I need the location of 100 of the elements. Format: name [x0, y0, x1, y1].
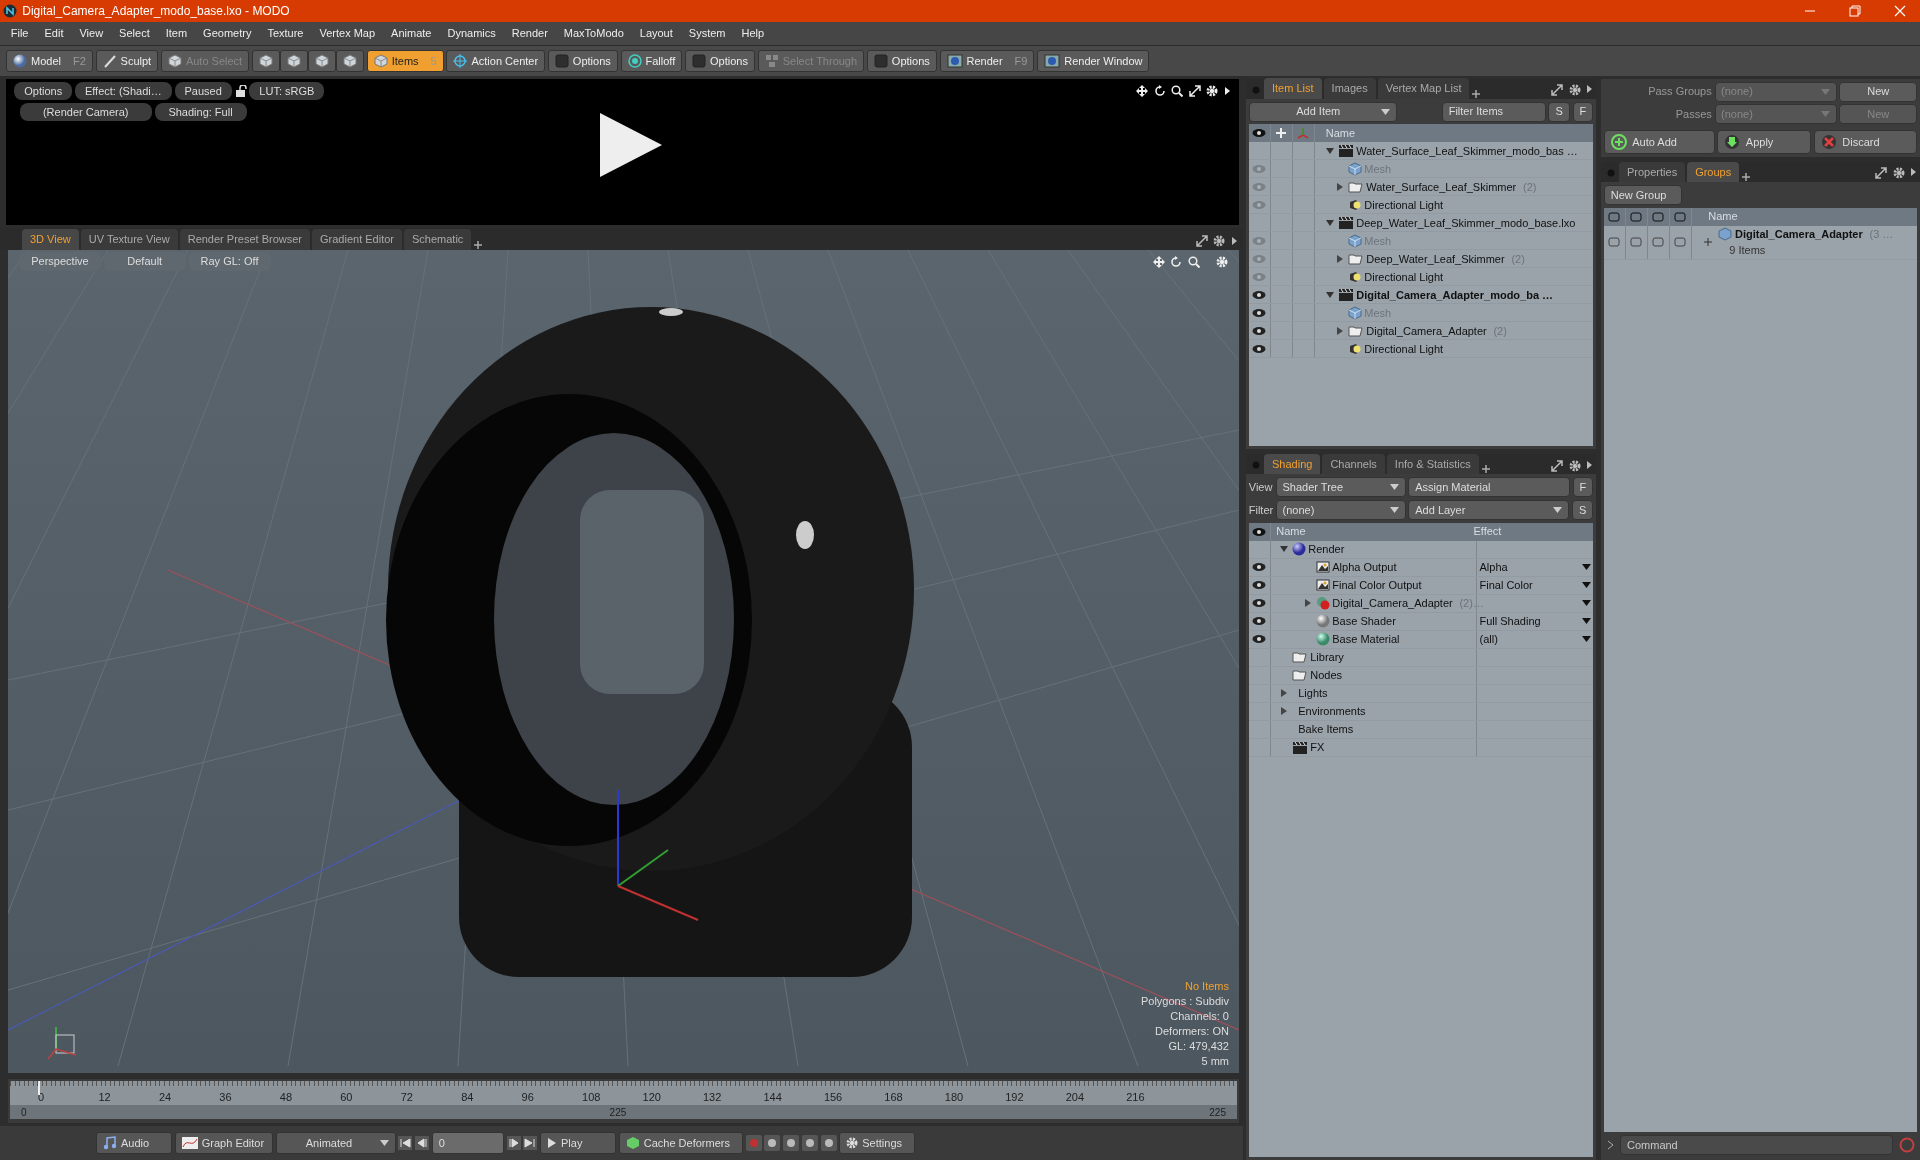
maximize-icon[interactable] [1551, 84, 1564, 96]
expand-arrow-icon[interactable] [1334, 253, 1345, 264]
menu-item[interactable]: Texture [259, 25, 312, 42]
viewport-option-button[interactable]: Default [103, 252, 186, 271]
dropdown[interactable]: Shader Tree [1275, 477, 1406, 497]
column-header[interactable]: Name [1270, 523, 1471, 540]
search-icon[interactable] [1171, 84, 1184, 97]
item-name[interactable]: Digital_Camera_Adapter_modo_ba … [1356, 286, 1554, 303]
settings-icon[interactable] [1213, 234, 1225, 247]
toolbar-button[interactable]: Options [866, 50, 937, 72]
menu-arrow-icon[interactable] [1230, 235, 1238, 246]
item-name[interactable]: Directional Light [1364, 196, 1444, 213]
step-back-icon[interactable] [415, 1136, 429, 1150]
menu-item[interactable]: View [71, 25, 112, 42]
new-group-button[interactable]: New Group [1603, 184, 1682, 205]
transport-button[interactable]: Play [540, 1132, 616, 1154]
pass-action-button[interactable]: Discard [1813, 129, 1918, 154]
panel-tab[interactable]: Vertex Map List [1377, 78, 1470, 99]
menu-arrow-icon[interactable] [1223, 85, 1231, 96]
layer-name[interactable]: Digital_Camera_Adapter [1332, 594, 1453, 612]
dropdown-arrow-icon[interactable] [1389, 506, 1399, 513]
restore-icon[interactable] [1849, 5, 1862, 17]
dropdown-arrow-icon[interactable] [1581, 600, 1591, 606]
item-name[interactable]: Water_Surface_Leaf_Skimmer_modo_bas … [1356, 142, 1578, 159]
record-icon[interactable] [764, 1135, 781, 1151]
panel-dot-icon[interactable] [1252, 461, 1260, 470]
menu-item[interactable]: Dynamics [439, 25, 504, 42]
menu-item[interactable]: Render [503, 25, 556, 42]
select-mode-button[interactable] [335, 50, 364, 72]
menu-item[interactable]: Vertex Map [311, 25, 384, 42]
panel-tab[interactable]: Item List [1264, 78, 1322, 99]
layer-name[interactable]: Base Material [1332, 630, 1400, 648]
item-name[interactable]: Directional Light [1364, 268, 1444, 285]
menu-item[interactable]: Item [157, 25, 196, 42]
expand-icon[interactable] [1702, 237, 1713, 247]
transport-button[interactable]: Cache Deformers [618, 1132, 743, 1154]
menu-item[interactable]: Geometry [195, 25, 260, 42]
layer-name[interactable]: FX [1310, 738, 1325, 756]
play-icon[interactable] [598, 112, 662, 177]
transport-button[interactable]: Graph Editor [174, 1132, 273, 1154]
item-name[interactable]: Deep_Water_Leaf_Skimmer [1366, 250, 1505, 267]
collapse-arrow-icon[interactable] [1324, 145, 1335, 156]
dropdown-arrow-icon[interactable] [1581, 582, 1591, 588]
filter-option-button[interactable]: F [1572, 101, 1594, 122]
toolbar-button[interactable]: Options [547, 50, 618, 72]
panel-tab[interactable]: Images [1323, 78, 1376, 99]
item-name[interactable]: Directional Light [1364, 340, 1444, 357]
settings-icon[interactable] [1892, 167, 1905, 180]
group-name[interactable]: Digital_Camera_Adapter [1735, 225, 1863, 242]
viewport-tab[interactable]: UV Texture View [80, 229, 178, 250]
dropdown-arrow-icon[interactable] [379, 1140, 389, 1146]
column-header[interactable]: Effect [1470, 523, 1502, 540]
render-option-button[interactable]: (Render Camera) [19, 102, 152, 122]
move-icon[interactable] [1136, 84, 1149, 97]
panel-tab[interactable]: Shading [1264, 453, 1321, 475]
filter-items-button[interactable]: Filter Items [1441, 101, 1546, 122]
render-option-button[interactable]: Shading: Full [154, 102, 247, 122]
expand-arrow-icon[interactable] [1278, 688, 1289, 698]
toolbar-button[interactable]: Render F9 [939, 50, 1035, 72]
viewport-tab[interactable]: Schematic [404, 229, 472, 250]
menu-item[interactable]: MaxToModo [555, 25, 632, 42]
menu-item[interactable]: Select [111, 25, 158, 42]
layer-name[interactable]: Alpha Output [1332, 558, 1397, 576]
panel-dot-icon[interactable] [1607, 169, 1615, 177]
menu-item[interactable]: File [2, 25, 37, 42]
close-icon[interactable] [1894, 5, 1907, 17]
settings-icon[interactable] [1568, 84, 1581, 96]
menu-item[interactable]: Help [733, 25, 773, 42]
layer-name[interactable]: Lights [1298, 684, 1328, 702]
panel-tab[interactable]: Info & Statistics [1386, 453, 1479, 475]
toolbar-button[interactable]: Render Window [1037, 50, 1150, 72]
viewport-option-button[interactable]: Perspective [19, 252, 101, 271]
add-tab-icon[interactable] [1471, 88, 1482, 99]
select-mode-button[interactable] [279, 50, 308, 72]
assign-material-button[interactable]: Assign Material [1408, 477, 1570, 497]
item-name[interactable]: Digital_Camera_Adapter [1366, 322, 1487, 339]
toolbar-button[interactable]: Options [685, 50, 755, 72]
collapse-arrow-icon[interactable] [1324, 217, 1335, 228]
menu-arrow-icon[interactable] [1586, 459, 1594, 470]
toolbar-button[interactable]: Model F2 [6, 50, 93, 72]
menu-arrow-icon[interactable] [1910, 167, 1918, 178]
panel-tab[interactable]: Groups [1687, 161, 1740, 182]
pass-action-button[interactable]: Auto Add [1603, 129, 1715, 154]
expand-arrow-icon[interactable] [1278, 706, 1289, 716]
column-header[interactable]: Name [1325, 125, 1356, 142]
maximize-icon[interactable] [1875, 167, 1888, 180]
render-option-button[interactable]: Paused [174, 81, 232, 100]
viewport-tab[interactable]: Render Preset Browser [179, 229, 310, 250]
menu-item[interactable]: Animate [383, 25, 440, 42]
layer-name[interactable]: Base Shader [1332, 612, 1396, 630]
dropdown[interactable]: (none) [1275, 499, 1406, 520]
dropdown-arrow-icon[interactable] [1581, 564, 1591, 570]
dropdown-arrow-icon[interactable] [1581, 618, 1591, 624]
toolbar-button[interactable]: Sculpt [95, 50, 159, 72]
add-tab-icon[interactable] [473, 239, 484, 250]
panel-dot-icon[interactable] [1252, 85, 1260, 94]
add-item-dropdown[interactable]: Add Item [1248, 101, 1397, 122]
step-forward-icon[interactable] [506, 1136, 521, 1150]
select-mode-button[interactable] [251, 50, 280, 72]
toolbar-button[interactable]: Action Center [446, 50, 546, 72]
